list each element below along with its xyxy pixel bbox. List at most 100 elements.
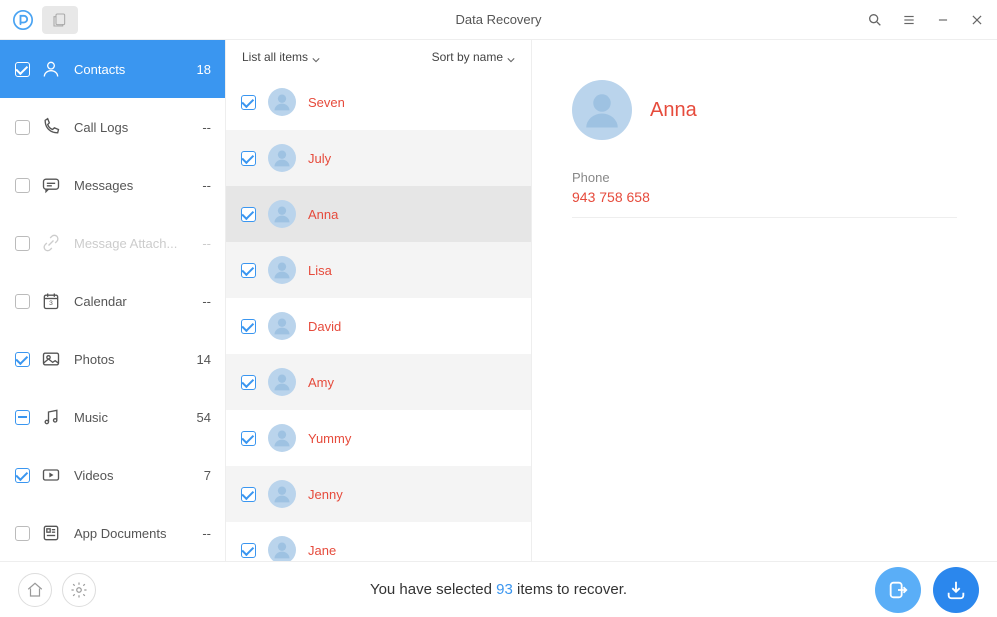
checkbox[interactable] — [14, 525, 30, 541]
sidebar-item-count: 7 — [204, 468, 211, 483]
contact-row[interactable]: David — [226, 298, 531, 354]
sidebar-item-calllogs[interactable]: Call Logs-- — [0, 98, 225, 156]
contact-row[interactable]: Lisa — [226, 242, 531, 298]
contact-detail-panel: Anna Phone 943 758 658 — [532, 40, 997, 561]
checkbox[interactable] — [14, 409, 30, 425]
checkbox[interactable] — [14, 177, 30, 193]
avatar — [268, 88, 296, 116]
sidebar-item-calendar[interactable]: 3Calendar-- — [0, 272, 225, 330]
photo-icon — [40, 348, 62, 370]
export-button[interactable] — [875, 567, 921, 613]
sidebar-item-label: Videos — [74, 468, 204, 483]
checkbox[interactable] — [14, 351, 30, 367]
checkbox[interactable] — [240, 94, 256, 110]
sidebar-item-label: Message Attach... — [74, 236, 202, 251]
footer: You have selected 93 items to recover. — [0, 561, 997, 617]
sidebar-item-label: App Documents — [74, 526, 202, 541]
avatar — [572, 80, 632, 140]
contact-name: David — [308, 319, 341, 334]
checkbox[interactable] — [14, 467, 30, 483]
sidebar-item-label: Music — [74, 410, 197, 425]
checkbox[interactable] — [14, 119, 30, 135]
message-icon — [40, 174, 62, 196]
phone-label: Phone — [572, 170, 957, 185]
avatar — [268, 536, 296, 561]
avatar — [268, 144, 296, 172]
avatar — [268, 368, 296, 396]
download-button[interactable] — [933, 567, 979, 613]
app-logo-icon — [12, 9, 34, 31]
sidebar-item-videos[interactable]: Videos7 — [0, 446, 225, 504]
checkbox[interactable] — [240, 542, 256, 558]
sort-label: Sort by name — [432, 50, 503, 64]
music-icon — [40, 406, 62, 428]
file-button[interactable] — [42, 6, 78, 34]
sidebar-item-photos[interactable]: Photos14 — [0, 330, 225, 388]
person-icon — [40, 58, 62, 80]
appdoc-icon — [40, 522, 62, 544]
contact-name: Lisa — [308, 263, 332, 278]
contact-row[interactable]: July — [226, 130, 531, 186]
sidebar-item-count: -- — [202, 236, 211, 251]
avatar — [268, 256, 296, 284]
contact-name: Amy — [308, 375, 334, 390]
window-title: Data Recovery — [0, 12, 997, 27]
list-mode-dropdown[interactable]: List all items — [242, 50, 320, 64]
contact-row[interactable]: Seven — [226, 74, 531, 130]
contact-row[interactable]: Yummy — [226, 410, 531, 466]
sidebar-item-contacts[interactable]: Contacts18 — [0, 40, 225, 98]
sidebar-item-count: -- — [202, 294, 211, 309]
checkbox[interactable] — [14, 61, 30, 77]
contact-name: Yummy — [308, 431, 351, 446]
sidebar-item-count: 18 — [197, 62, 211, 77]
contact-row[interactable]: Anna — [226, 186, 531, 242]
home-button[interactable] — [18, 573, 52, 607]
detail-name: Anna — [650, 99, 697, 122]
contact-row[interactable]: Jenny — [226, 466, 531, 522]
avatar — [268, 200, 296, 228]
checkbox[interactable] — [240, 430, 256, 446]
list-mode-label: List all items — [242, 50, 308, 64]
phone-icon — [40, 116, 62, 138]
checkbox[interactable] — [14, 235, 30, 251]
menu-icon[interactable] — [901, 12, 917, 28]
sidebar-item-label: Photos — [74, 352, 197, 367]
contact-name: Seven — [308, 95, 345, 110]
sidebar-item-messages[interactable]: Messages-- — [0, 156, 225, 214]
minimize-icon[interactable] — [935, 12, 951, 28]
contact-row[interactable]: Jane — [226, 522, 531, 561]
search-icon[interactable] — [867, 12, 883, 28]
sidebar-item-label: Call Logs — [74, 120, 202, 135]
contact-name: July — [308, 151, 331, 166]
settings-button[interactable] — [62, 573, 96, 607]
avatar — [268, 424, 296, 452]
avatar — [268, 480, 296, 508]
sidebar-item-count: -- — [202, 526, 211, 541]
sidebar-item-music[interactable]: Music54 — [0, 388, 225, 446]
sidebar-item-appdocs[interactable]: App Documents-- — [0, 504, 225, 561]
contact-list[interactable]: Seven July Anna Lisa David Amy Yummy Jenny Jane — [226, 74, 531, 561]
checkbox[interactable] — [240, 318, 256, 334]
checkbox[interactable] — [240, 150, 256, 166]
chevron-down-icon — [507, 53, 515, 61]
sidebar-item-count: 14 — [197, 352, 211, 367]
sidebar-item-label: Messages — [74, 178, 202, 193]
video-icon — [40, 464, 62, 486]
list-header: List all items Sort by name — [226, 40, 531, 74]
sidebar-item-count: 54 — [197, 410, 211, 425]
sort-dropdown[interactable]: Sort by name — [432, 50, 515, 64]
sidebar-item-msgatt: Message Attach...-- — [0, 214, 225, 272]
link-icon — [40, 232, 62, 254]
checkbox[interactable] — [240, 206, 256, 222]
checkbox[interactable] — [14, 293, 30, 309]
contact-name: Jane — [308, 543, 336, 558]
close-icon[interactable] — [969, 12, 985, 28]
sidebar-item-count: -- — [202, 178, 211, 193]
checkbox[interactable] — [240, 262, 256, 278]
checkbox[interactable] — [240, 374, 256, 390]
contact-row[interactable]: Amy — [226, 354, 531, 410]
avatar — [268, 312, 296, 340]
sidebar: Contacts18Call Logs--Messages--Message A… — [0, 40, 226, 561]
sidebar-item-label: Calendar — [74, 294, 202, 309]
checkbox[interactable] — [240, 486, 256, 502]
